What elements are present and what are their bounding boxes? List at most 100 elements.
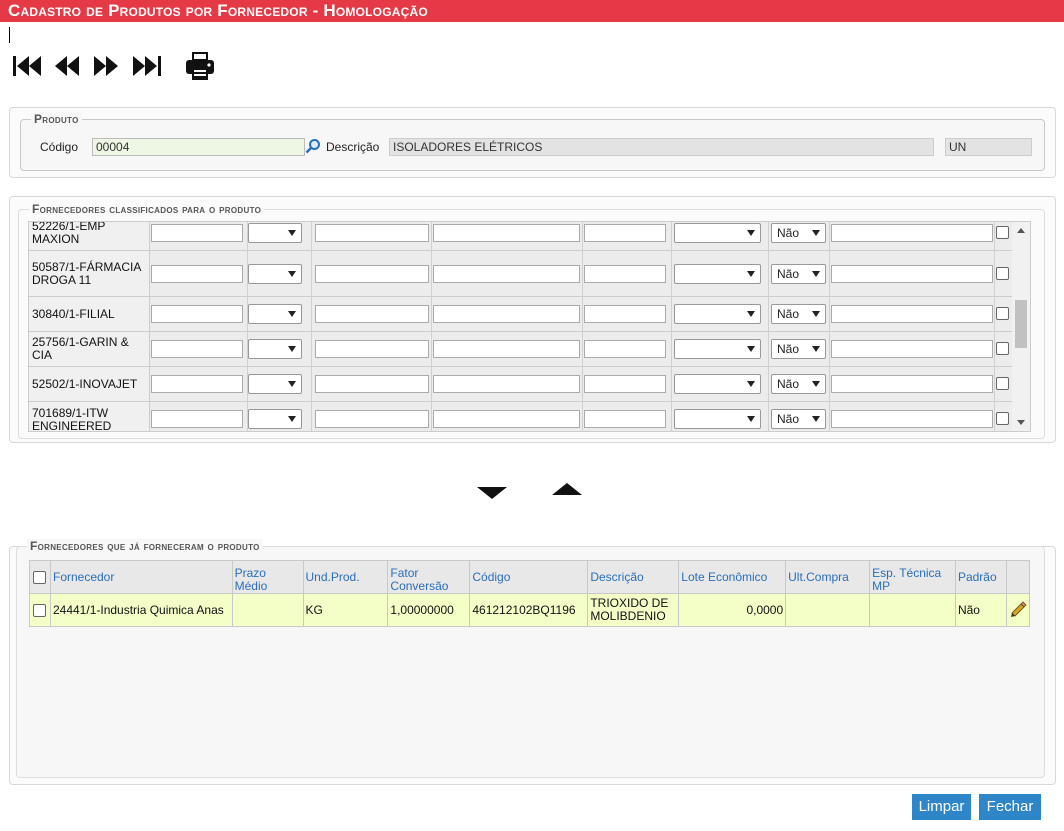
text-input[interactable] xyxy=(151,265,243,283)
text-input[interactable] xyxy=(584,305,666,323)
text-input[interactable] xyxy=(831,265,993,283)
esp-tecnica-cell xyxy=(869,593,956,627)
text-input[interactable] xyxy=(151,340,243,358)
chevron-down-icon xyxy=(747,416,755,422)
chevron-down-icon xyxy=(812,311,820,317)
col-fator-conversao[interactable]: Fator Conversão xyxy=(387,560,471,594)
col-lote-economico[interactable]: Lote Econômico xyxy=(678,560,787,594)
text-input[interactable] xyxy=(584,265,666,283)
select-box[interactable] xyxy=(674,374,761,394)
text-input[interactable] xyxy=(433,265,580,283)
select-box[interactable] xyxy=(248,304,302,324)
text-input[interactable] xyxy=(315,375,429,393)
padrao-select[interactable]: Não xyxy=(771,264,826,284)
chevron-down-icon xyxy=(747,346,755,352)
select-box[interactable] xyxy=(674,223,761,243)
col-und-prod[interactable]: Und.Prod. xyxy=(302,560,389,594)
table-row: 701689/1-ITW ENGINEERED Não xyxy=(29,402,1013,431)
row-checkbox[interactable] xyxy=(996,342,1009,355)
move-down-icon[interactable] xyxy=(476,486,508,503)
text-input[interactable] xyxy=(831,340,993,358)
first-record-icon[interactable] xyxy=(12,52,44,80)
select-box[interactable] xyxy=(248,339,302,359)
row-checkbox[interactable] xyxy=(33,604,47,617)
col-esp-tecnica[interactable]: Esp. Técnica MP xyxy=(869,560,956,594)
text-input[interactable] xyxy=(315,340,429,358)
row-checkbox[interactable] xyxy=(996,226,1009,239)
scrollbar-thumb[interactable] xyxy=(1015,300,1027,348)
text-input[interactable] xyxy=(315,305,429,323)
text-input[interactable] xyxy=(831,305,993,323)
text-input[interactable] xyxy=(584,340,666,358)
row-checkbox[interactable] xyxy=(996,412,1009,425)
col-ult-compra[interactable]: Ult.Compra xyxy=(785,560,871,594)
scroll-up-icon[interactable] xyxy=(1017,228,1025,233)
select-box[interactable] xyxy=(248,264,302,284)
col-codigo[interactable]: Código xyxy=(469,560,589,594)
last-record-icon[interactable] xyxy=(132,52,164,80)
padrao-select[interactable]: Não xyxy=(771,304,826,324)
col-descricao[interactable]: Descrição xyxy=(587,560,680,594)
grid-scrollbar[interactable] xyxy=(1012,222,1030,431)
padrao-cell: Não xyxy=(954,593,1007,627)
text-input[interactable] xyxy=(315,224,429,242)
previous-record-icon[interactable] xyxy=(54,52,82,80)
padrao-select[interactable]: Não xyxy=(771,223,826,243)
search-icon[interactable] xyxy=(305,138,321,154)
row-checkbox[interactable] xyxy=(996,267,1009,280)
row-checkbox[interactable] xyxy=(996,307,1009,320)
print-icon[interactable] xyxy=(184,50,216,82)
text-input[interactable] xyxy=(433,305,580,323)
next-record-icon[interactable] xyxy=(93,52,121,80)
text-input[interactable] xyxy=(315,265,429,283)
text-input[interactable] xyxy=(433,340,580,358)
scroll-down-icon[interactable] xyxy=(1017,420,1025,425)
text-input[interactable] xyxy=(433,224,580,242)
padrao-select[interactable]: Não xyxy=(771,409,826,429)
window-title: Cadastro de Produtos por Fornecedor - Ho… xyxy=(0,0,1064,22)
padrao-value: Não xyxy=(777,412,800,426)
text-input[interactable] xyxy=(831,375,993,393)
select-box[interactable] xyxy=(674,264,761,284)
padrao-select[interactable]: Não xyxy=(771,374,826,394)
text-input[interactable] xyxy=(433,410,580,428)
text-input[interactable] xyxy=(315,410,429,428)
select-box[interactable] xyxy=(674,304,761,324)
pencil-icon[interactable] xyxy=(1009,600,1027,621)
text-input[interactable] xyxy=(584,410,666,428)
ult-compra-cell xyxy=(785,593,871,627)
row-checkbox[interactable] xyxy=(996,377,1009,390)
text-input[interactable] xyxy=(584,375,666,393)
select-box[interactable] xyxy=(248,409,302,429)
chevron-down-icon xyxy=(288,311,296,317)
text-input[interactable] xyxy=(584,224,666,242)
col-padrao[interactable]: Padrão xyxy=(954,560,1007,594)
padrao-value: Não xyxy=(777,226,800,240)
select-box[interactable] xyxy=(674,409,761,429)
text-input[interactable] xyxy=(433,375,580,393)
historico-legend: Fornecedores que já forneceram o produto xyxy=(27,539,263,553)
fator-conversao-cell: 1,00000000 xyxy=(387,593,471,627)
chevron-down-icon xyxy=(288,416,296,422)
limpar-button[interactable]: Limpar xyxy=(912,794,971,820)
text-input[interactable] xyxy=(151,375,243,393)
fechar-button[interactable]: Fechar xyxy=(979,794,1041,820)
col-fornecedor[interactable]: Fornecedor xyxy=(49,560,233,594)
text-input[interactable] xyxy=(151,224,243,242)
padrao-select[interactable]: Não xyxy=(771,339,826,359)
col-actions xyxy=(1005,560,1031,594)
descricao-label: Descrição xyxy=(326,140,380,154)
col-prazo-medio[interactable]: Prazo Médio xyxy=(231,560,304,594)
text-input[interactable] xyxy=(831,224,993,242)
select-box[interactable] xyxy=(248,374,302,394)
move-up-icon[interactable] xyxy=(551,482,583,499)
codigo-input[interactable]: 00004 xyxy=(92,138,305,156)
select-all-checkbox[interactable] xyxy=(33,571,47,584)
text-input[interactable] xyxy=(831,410,993,428)
text-input[interactable] xyxy=(151,410,243,428)
select-box[interactable] xyxy=(248,223,302,243)
row-select-cell xyxy=(29,593,51,627)
padrao-value: Não xyxy=(777,377,800,391)
select-box[interactable] xyxy=(674,339,761,359)
text-input[interactable] xyxy=(151,305,243,323)
